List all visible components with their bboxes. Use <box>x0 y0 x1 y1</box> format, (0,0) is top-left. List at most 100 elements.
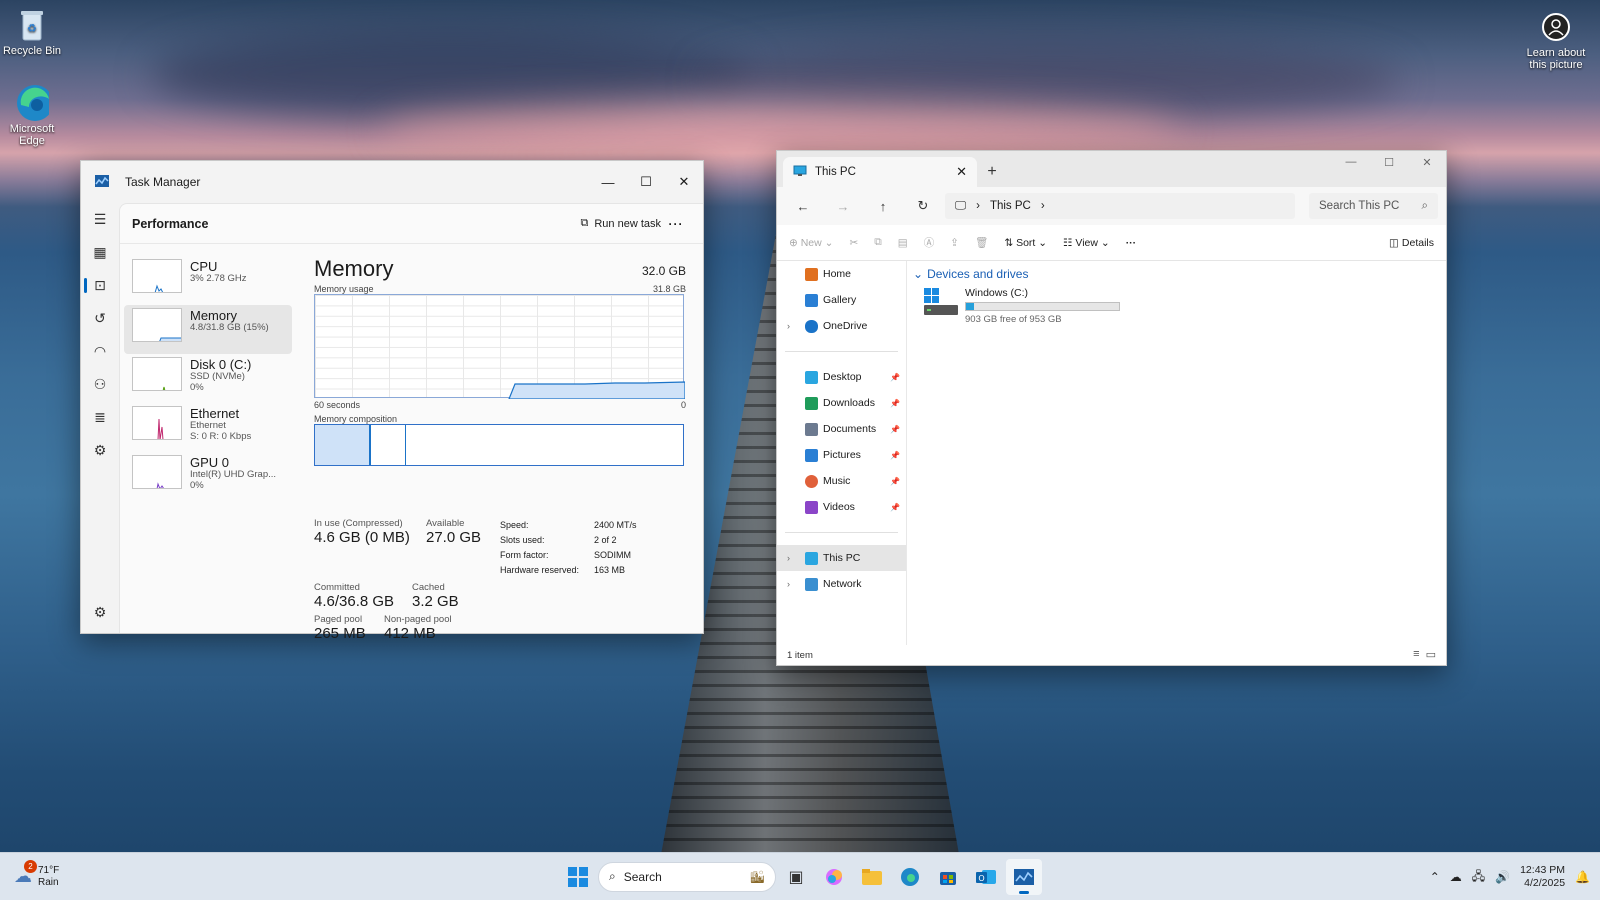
weather-widget[interactable]: ☁ 2 71°F Rain <box>14 860 59 889</box>
file-explorer-icon[interactable] <box>854 859 890 895</box>
minimize-button[interactable]: — <box>589 167 627 197</box>
taskbar-search-input[interactable]: ⌕ Search 🏙 <box>598 861 776 892</box>
sidebar-item-pictures[interactable]: Pictures 📌 <box>777 442 906 468</box>
cut-icon[interactable]: ✂ <box>849 237 858 249</box>
task-manager-icon[interactable] <box>1006 858 1042 895</box>
outlook-icon[interactable]: O <box>968 859 1004 895</box>
sidebar-item-downloads[interactable]: Downloads 📌 <box>777 390 906 416</box>
sort-button[interactable]: ⇅ Sort ⌄ <box>1004 237 1047 249</box>
close-button[interactable]: ✕ <box>1408 151 1446 173</box>
chevron-down-icon: ⌄ <box>913 267 924 281</box>
search-input[interactable]: Search This PC ⌕ <box>1309 193 1438 219</box>
startup-apps-icon[interactable]: ◠ <box>81 335 119 368</box>
store-icon[interactable] <box>930 859 966 895</box>
drive-free-space: 903 GB free of 953 GB <box>965 314 1062 325</box>
sidebar-item-network[interactable]: › Network <box>777 571 906 597</box>
run-new-task-button[interactable]: ⧉ Run new task <box>580 217 661 230</box>
more-options-icon[interactable]: ··· <box>661 217 691 231</box>
delete-icon[interactable]: 🗑 <box>975 236 988 249</box>
details-icon[interactable]: ≣ <box>81 401 119 434</box>
services-icon[interactable]: ⚙ <box>81 434 119 467</box>
close-tab-icon[interactable]: ✕ <box>956 164 967 180</box>
app-history-icon[interactable]: ↺ <box>81 302 119 335</box>
up-arrow-icon[interactable]: ↑ <box>865 192 901 220</box>
chevron-right-icon[interactable]: › <box>787 579 790 589</box>
memory-usage-graph <box>314 294 685 399</box>
details-button[interactable]: ◫ Details <box>1389 237 1434 249</box>
chevron-right-icon[interactable]: › <box>787 553 790 563</box>
desktop-icon-recycle-bin[interactable]: ♻ Recycle Bin <box>0 8 64 57</box>
chevron-up-icon[interactable]: ⌃ <box>1430 870 1440 884</box>
performance-icon[interactable]: ⊡ <box>81 269 119 302</box>
copilot-icon[interactable] <box>816 859 852 895</box>
perf-item-ethernet[interactable]: Ethernet Ethernet S: 0 R: 0 Kbps <box>124 403 292 452</box>
more-options-icon[interactable]: ··· <box>1126 237 1137 249</box>
tiles-view-icon[interactable]: ▭ <box>1426 648 1436 661</box>
notification-bell-icon[interactable]: 🔔 <box>1575 870 1590 884</box>
explorer-tab-bar[interactable]: This PC ✕ + — ☐ ✕ <box>777 151 1446 187</box>
search-icon: ⌕ <box>609 869 616 883</box>
run-new-task-label: Run new task <box>594 217 661 230</box>
start-button[interactable] <box>560 859 596 895</box>
paste-icon[interactable]: ▤ <box>898 237 908 249</box>
group-header-devices[interactable]: ⌄ Devices and drives <box>913 267 1446 281</box>
refresh-icon[interactable]: ↻ <box>905 192 941 220</box>
memory-stats: In use (Compressed) 4.6 GB (0 MB) Availab… <box>314 518 686 642</box>
monitor-icon <box>793 165 807 180</box>
new-button[interactable]: ⊕ New ⌄ <box>789 237 833 249</box>
sidebar-item-gallery[interactable]: Gallery <box>777 287 906 313</box>
perf-item-gpu[interactable]: GPU 0 Intel(R) UHD Grap... 0% <box>124 452 292 501</box>
rename-icon[interactable]: Ⓐ <box>924 235 935 250</box>
copy-icon[interactable]: ⧉ <box>874 236 882 249</box>
perf-item-cpu[interactable]: CPU 3% 2.78 GHz <box>124 256 292 305</box>
back-arrow-icon[interactable]: ← <box>785 192 821 220</box>
sidebar-item-music[interactable]: Music 📌 <box>777 468 906 494</box>
sidebar-item-home[interactable]: Home <box>777 261 906 287</box>
sidebar-item-onedrive[interactable]: › OneDrive <box>777 313 906 339</box>
in-use-label: In use (Compressed) <box>314 518 403 529</box>
users-icon[interactable]: ⚇ <box>81 368 119 401</box>
memory-total: 32.0 GB <box>641 264 686 278</box>
task-view-icon[interactable]: ▣ <box>778 859 814 895</box>
perf-item-disk[interactable]: Disk 0 (C:) SSD (NVMe) 0% <box>124 354 292 403</box>
maximize-button[interactable]: ☐ <box>1370 151 1408 173</box>
breadcrumb-this-pc[interactable]: This PC <box>990 200 1031 212</box>
forward-arrow-icon[interactable]: → <box>825 192 861 220</box>
desktop-icon-edge[interactable]: Microsoft Edge <box>0 85 64 147</box>
task-manager-app-icon <box>95 174 109 190</box>
view-button[interactable]: ☷ View ⌄ <box>1063 237 1110 249</box>
processes-icon[interactable]: ▦ <box>81 236 119 269</box>
chevron-right-icon[interactable]: › <box>787 321 790 331</box>
usage-label: Memory usage <box>314 284 374 294</box>
network-icon[interactable]: 🖧 <box>1472 867 1485 888</box>
clock[interactable]: 12:43 PM 4/2/2025 <box>1520 864 1565 890</box>
sidebar-item-desktop[interactable]: Desktop 📌 <box>777 364 906 390</box>
sidebar-item-videos[interactable]: Videos 📌 <box>777 494 906 520</box>
minimize-button[interactable]: — <box>1332 151 1370 173</box>
details-view-icon[interactable]: ≡ <box>1413 648 1419 661</box>
drive-item-c[interactable]: Windows (C:) 903 GB free of 953 GB <box>923 287 1446 325</box>
address-bar[interactable]: 🖵 › This PC › <box>945 193 1295 219</box>
edge-icon[interactable] <box>892 859 928 895</box>
gpu-thumbnail <box>132 455 182 489</box>
share-icon[interactable]: ⇪ <box>950 237 959 249</box>
task-manager-titlebar[interactable]: Task Manager — ☐ ✕ <box>81 161 703 203</box>
pin-icon: 📌 <box>890 424 900 434</box>
perf-item-memory[interactable]: Memory 4.8/31.8 GB (15%) <box>124 305 292 354</box>
tab-this-pc[interactable]: This PC ✕ <box>783 157 977 187</box>
composition-label: Memory composition <box>314 414 398 424</box>
perf-item-sub2: 0% <box>190 480 204 491</box>
new-tab-button[interactable]: + <box>977 157 1007 187</box>
volume-icon[interactable]: 🔊 <box>1495 870 1510 884</box>
cloud-sync-icon[interactable]: ☁ <box>1450 870 1462 884</box>
sidebar-item-documents[interactable]: Documents 📌 <box>777 416 906 442</box>
videos-icon <box>805 500 818 514</box>
speed-value: 2400 MT/s <box>594 520 637 530</box>
sidebar-item-this-pc[interactable]: › This PC <box>777 545 906 571</box>
settings-icon[interactable]: ⚙ <box>81 596 119 629</box>
close-button[interactable]: ✕ <box>665 167 703 197</box>
desktop-icon-learn[interactable]: Learn about this picture <box>1520 10 1592 71</box>
hamburger-menu-icon[interactable]: ☰ <box>81 203 119 236</box>
maximize-button[interactable]: ☐ <box>627 167 665 197</box>
chevron-right-icon[interactable]: › <box>1041 200 1045 212</box>
